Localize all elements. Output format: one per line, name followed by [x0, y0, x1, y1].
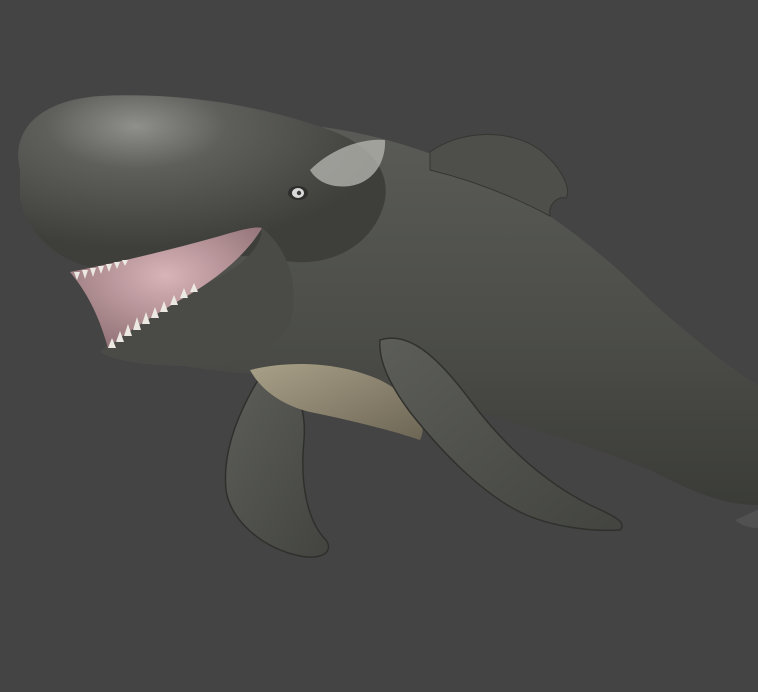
3d-viewport[interactable] — [0, 0, 758, 692]
whale-render — [18, 95, 758, 558]
tail-edge — [735, 510, 758, 528]
eye-icon — [288, 186, 308, 200]
